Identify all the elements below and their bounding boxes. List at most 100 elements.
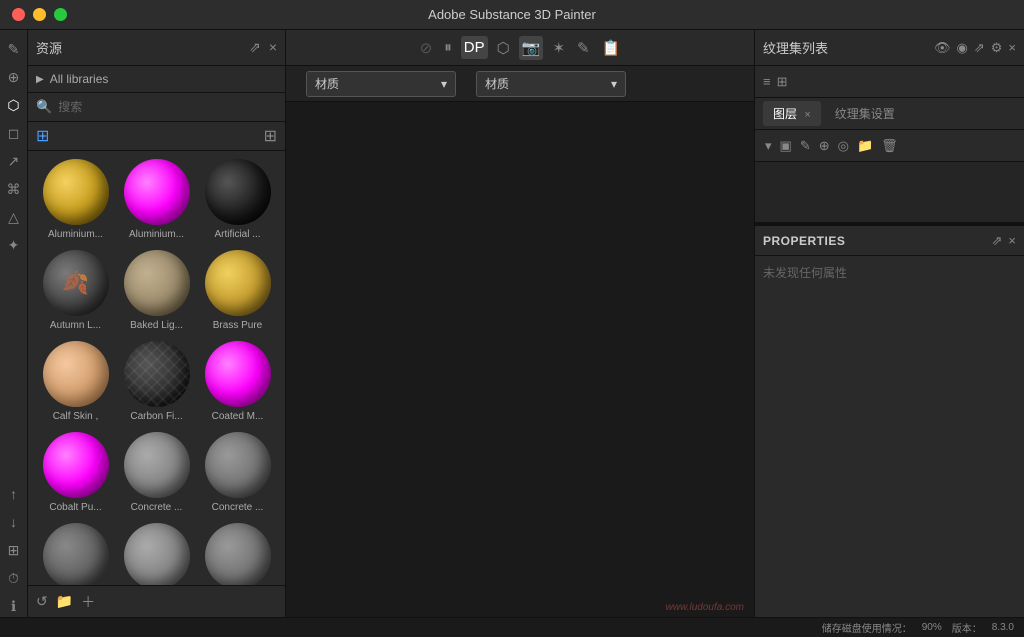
material-item-baked[interactable]: Baked Lig... xyxy=(117,246,196,335)
material-item-brass[interactable]: Brass Pure xyxy=(198,246,277,335)
layers-content xyxy=(755,162,1024,222)
materials-grid: Aluminium... Aluminium... Artificial ... Au… xyxy=(28,151,285,585)
vp-info-icon[interactable]: 📋 xyxy=(599,36,624,60)
tool-paint[interactable]: ✎ xyxy=(3,38,25,60)
material-thumb-coated xyxy=(205,341,271,407)
vp-cursor-icon[interactable]: ⊘ xyxy=(417,36,436,60)
tool-select[interactable]: ⊕ xyxy=(3,66,25,88)
tool-eraser[interactable]: ◻ xyxy=(3,122,25,144)
material-item-concrete2[interactable]: Concrete ... xyxy=(198,428,277,517)
tool-geometry[interactable]: △ xyxy=(3,206,25,228)
material-item-concrete1[interactable]: Concrete ... xyxy=(117,428,196,517)
material-item-aluminium1[interactable]: Aluminium... xyxy=(36,155,115,244)
material-select-1[interactable]: 材质 ▾ xyxy=(306,71,456,97)
properties-content: 未发现任何属性 xyxy=(755,256,1024,617)
material-item-autumn[interactable]: Autumn L... xyxy=(36,246,115,335)
material-label-aluminium1: Aluminium... xyxy=(41,229,111,240)
material-item-cobalt[interactable]: Cobalt Pu... xyxy=(36,428,115,517)
minimize-button[interactable] xyxy=(33,8,46,21)
version-value: 8.3.0 xyxy=(992,622,1014,633)
material-item-calfskin[interactable]: Calf Skin , xyxy=(36,337,115,426)
vp-pen-icon[interactable]: ✎ xyxy=(574,36,593,60)
panel-popout-icon[interactable]: ⇗ xyxy=(249,39,261,56)
title-bar: Adobe Substance 3D Painter xyxy=(0,0,1024,30)
close-button[interactable] xyxy=(12,8,25,21)
texture-close-icon[interactable]: × xyxy=(1008,40,1016,56)
material-selectors: 材质 ▾ 材质 ▾ xyxy=(286,66,754,102)
texture-filter-toolbar: ≡ ⊞ xyxy=(755,66,1024,98)
texture-eye-icon[interactable]: 👁 xyxy=(934,40,951,56)
search-input[interactable] xyxy=(58,100,277,114)
layer-edit-icon[interactable]: ✎ xyxy=(798,136,813,156)
layer-folder-icon[interactable]: 📁 xyxy=(855,136,875,156)
tool-brush[interactable]: ⬡ xyxy=(3,94,25,116)
material-label-concrete1: Concrete ... xyxy=(122,502,192,513)
tool-settings[interactable]: ⊞ xyxy=(3,539,25,561)
material-label-calfskin: Calf Skin , xyxy=(41,411,111,422)
tab-layers-close[interactable]: × xyxy=(804,109,810,121)
layer-view-icon[interactable]: ◎ xyxy=(836,136,851,156)
material-item-aluminium2[interactable]: Aluminium... xyxy=(117,155,196,244)
vp-pause-icon[interactable]: ⏸ xyxy=(441,36,455,59)
tool-text[interactable]: ✦ xyxy=(3,234,25,256)
material-item-artificial[interactable]: Artificial ... xyxy=(198,155,277,244)
layer-delete-icon[interactable]: 🗑 xyxy=(879,136,900,156)
material-label-aluminium2: Aluminium... xyxy=(122,229,192,240)
texture-popout-icon[interactable]: ⇗ xyxy=(974,40,985,56)
material-label-carbon: Carbon Fi... xyxy=(122,411,192,422)
tool-smudge[interactable]: ↗ xyxy=(3,150,25,172)
tool-info[interactable]: ℹ xyxy=(3,595,25,617)
material-item-carbon[interactable]: Carbon Fi... xyxy=(117,337,196,426)
tp-filter-icon[interactable]: ≡ xyxy=(763,74,771,89)
material-thumb-concrete4 xyxy=(124,523,190,585)
tool-import[interactable]: ↑ xyxy=(3,483,25,505)
toolbar-row-left: ⊞ xyxy=(36,126,49,146)
material-thumb-artificial xyxy=(205,159,271,225)
search-bar: 🔍 xyxy=(28,93,285,122)
viewport-canvas[interactable] xyxy=(286,102,754,617)
tool-export[interactable]: ↓ xyxy=(3,511,25,533)
refresh-icon[interactable]: ↺ xyxy=(36,593,48,610)
texture-panel-title: 纹理集列表 xyxy=(763,38,828,57)
texture-eye2-icon[interactable]: ◉ xyxy=(957,40,968,56)
panel-close-icon[interactable]: × xyxy=(269,39,277,56)
tool-timer[interactable]: ⏱ xyxy=(3,567,25,589)
all-libraries-row[interactable]: ▶ All libraries xyxy=(36,72,277,86)
tab-layers[interactable]: 图层 × xyxy=(763,101,821,126)
layer-mask-icon[interactable]: ▣ xyxy=(778,136,794,156)
material-item-concrete4[interactable]: Concrete ... xyxy=(117,519,196,585)
material-select-2[interactable]: 材质 ▾ xyxy=(476,71,626,97)
properties-popout-icon[interactable]: ⇗ xyxy=(992,233,1003,249)
layers-tabs-row: 图层 × 纹理集设置 xyxy=(755,98,1024,130)
search-icon: 🔍 xyxy=(36,99,52,115)
properties-title: PROPERTIES xyxy=(763,234,845,248)
window-controls xyxy=(12,8,67,21)
layer-chevron-down[interactable]: ▾ xyxy=(763,136,774,156)
vp-3d-icon[interactable]: ⬡ xyxy=(494,36,513,60)
material-thumb-concrete3 xyxy=(43,523,109,585)
properties-icons: ⇗ × xyxy=(992,233,1017,249)
folder-icon[interactable]: 📁 xyxy=(56,593,73,610)
assets-panel-title: 资源 xyxy=(36,38,62,57)
material-item-concrete3[interactable]: Concrete ... xyxy=(36,519,115,585)
tool-fill[interactable]: ⌘ xyxy=(3,178,25,200)
material-thumb-concrete5 xyxy=(205,523,271,585)
library-label: All libraries xyxy=(50,72,109,86)
tab-texture-settings[interactable]: 纹理集设置 xyxy=(825,101,905,126)
layer-fx-icon[interactable]: ⊕ xyxy=(817,136,832,156)
vp-display-icon[interactable]: DP xyxy=(461,36,488,59)
material-item-concrete5[interactable]: Concrete ... xyxy=(198,519,277,585)
texture-gear-icon[interactable]: ⚙ xyxy=(991,40,1003,56)
add-icon[interactable]: ＋ xyxy=(81,592,95,612)
vp-camera-icon[interactable]: 📷 xyxy=(519,36,544,60)
maximize-button[interactable] xyxy=(54,8,67,21)
filter-icon[interactable]: ⊞ xyxy=(36,126,49,146)
tp-tools-icon[interactable]: ⊞ xyxy=(777,74,788,90)
viewport: ⊘ ⏸ DP ⬡ 📷 ✶ ✎ 📋 材质 ▾ 材质 ▾ xyxy=(286,30,754,617)
grid-view-icon[interactable]: ⊞ xyxy=(264,126,277,146)
vp-light-icon[interactable]: ✶ xyxy=(549,36,568,60)
properties-close-icon[interactable]: × xyxy=(1008,233,1016,249)
texture-panel-header: 纹理集列表 👁 ◉ ⇗ ⚙ × xyxy=(755,30,1024,66)
storage-value: 90% xyxy=(922,622,942,633)
material-item-coated[interactable]: Coated M... xyxy=(198,337,277,426)
